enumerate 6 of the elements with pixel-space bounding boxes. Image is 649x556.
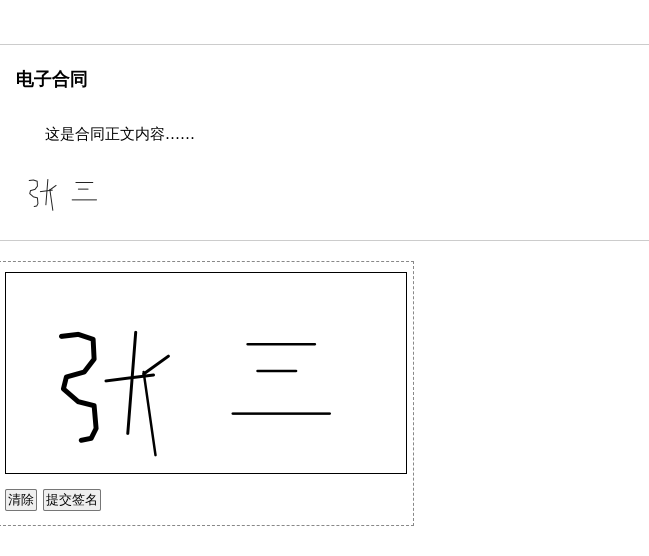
submit-button[interactable]: 提交签名	[43, 489, 101, 511]
contract-title: 电子合同	[16, 68, 89, 92]
contract-text: 这是合同正文内容……	[45, 124, 196, 144]
signature-drawing	[28, 178, 98, 212]
signature-canvas[interactable]	[5, 272, 407, 474]
clear-button[interactable]: 清除	[5, 489, 37, 511]
